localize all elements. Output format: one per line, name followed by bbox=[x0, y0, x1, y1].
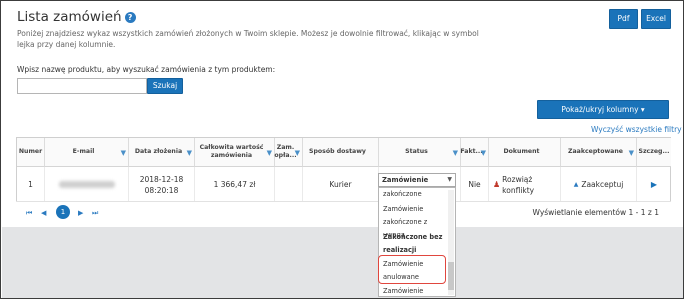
pager-info: Wyświetlanie elementów 1 - 1 z 1 bbox=[532, 208, 659, 217]
accept-icon: ▲ bbox=[573, 181, 579, 188]
next-page-icon[interactable]: ▶ bbox=[78, 209, 83, 217]
dropdown-item[interactable]: Zamówienie zwrócone bbox=[383, 285, 447, 296]
chevron-down-icon[interactable]: ▼ bbox=[447, 174, 452, 186]
scrollbar-thumb[interactable] bbox=[448, 262, 454, 290]
page-title: Lista zamówień? bbox=[17, 9, 136, 25]
cell-dokument[interactable]: ♟ Rozwiąż konflikty bbox=[489, 167, 561, 202]
dropdown-item[interactable]: zakończone bbox=[383, 188, 447, 201]
cell-dostawa: Kurier bbox=[303, 167, 379, 202]
accept-link[interactable]: Zaakceptuj bbox=[581, 179, 623, 190]
cell-zaakceptowane[interactable]: ▲ Zaakceptuj bbox=[561, 167, 637, 202]
toggle-columns-button[interactable]: Pokaż/ukryj kolumny ▾ bbox=[537, 100, 669, 119]
product-search-input[interactable] bbox=[17, 78, 147, 94]
dropdown-item[interactable]: Zamówienie bbox=[383, 203, 447, 216]
clear-filters-link[interactable]: Wyczyść wszystkie filtry bbox=[591, 125, 682, 134]
status-select-value: Zamówienie bbox=[382, 176, 429, 184]
resolve-conflicts-link[interactable]: Rozwiąż konflikty bbox=[502, 174, 556, 196]
app-window: Lista zamówień? Poniżej znajdziesz wykaz… bbox=[0, 0, 684, 299]
first-page-icon[interactable]: ⏮ bbox=[26, 209, 32, 218]
filter-icon[interactable]: ▼ bbox=[187, 149, 192, 157]
search-label: Wpisz nazwę produktu, aby wyszukać zamów… bbox=[17, 65, 276, 74]
filter-icon[interactable]: ▼ bbox=[121, 149, 126, 157]
cell-wartosc: 1 366,47 zł bbox=[195, 167, 275, 202]
column-header-status[interactable]: Status ▼ bbox=[379, 138, 461, 167]
column-header-szczeg[interactable]: Szczeg... bbox=[637, 138, 671, 167]
cell-data: 2018-12-18 08:20:18 bbox=[129, 167, 195, 202]
column-header-dokument[interactable]: Dokument bbox=[489, 138, 561, 167]
pager: ⏮ ◀ 1 ▶ ⏭ Wyświetlanie elementów 1 - 1 z… bbox=[16, 201, 671, 223]
column-header-email[interactable]: E-mail ▼ bbox=[45, 138, 129, 167]
dropdown-scrollbar[interactable] bbox=[448, 190, 454, 295]
filter-icon[interactable]: ▼ bbox=[481, 149, 486, 157]
cell-szczeg[interactable]: ▶ bbox=[637, 167, 671, 202]
page-background bbox=[2, 227, 683, 298]
page-title-text: Lista zamówień bbox=[17, 9, 122, 25]
page-description: Poniżej znajdziesz wykaz wszystkich zamó… bbox=[17, 29, 479, 49]
cell-numer: 1 bbox=[17, 167, 45, 202]
details-arrow-icon[interactable]: ▶ bbox=[651, 179, 657, 190]
column-header-zam-opla[interactable]: Zam. opła... ▼ bbox=[274, 138, 303, 167]
cell-email bbox=[45, 167, 129, 202]
filter-icon[interactable]: ▼ bbox=[295, 149, 300, 157]
excel-button[interactable]: Excel bbox=[641, 9, 671, 29]
column-header-zaakceptowane[interactable]: Zaakceptowane ▼ bbox=[561, 138, 637, 167]
status-select[interactable]: Zamówienie ▼ bbox=[378, 173, 456, 187]
column-header-fakt[interactable]: Fakt... ▼ bbox=[460, 138, 489, 167]
prev-page-icon[interactable]: ◀ bbox=[41, 209, 46, 217]
dropdown-item[interactable]: Zakończone bez bbox=[383, 231, 447, 244]
column-header-wartosc[interactable]: Całkowita wartość zamówienia ▼ bbox=[195, 138, 275, 167]
search-button[interactable]: Szukaj bbox=[147, 78, 183, 94]
conflict-icon: ♟ bbox=[493, 180, 501, 189]
redacted-email bbox=[58, 181, 115, 188]
help-icon[interactable]: ? bbox=[124, 12, 136, 23]
filter-icon[interactable]: ▼ bbox=[267, 149, 272, 157]
pdf-button[interactable]: Pdf bbox=[609, 9, 638, 29]
filter-icon[interactable]: ▼ bbox=[453, 149, 458, 157]
column-header-data[interactable]: Data złożenia ▼ bbox=[129, 138, 195, 167]
current-page[interactable]: 1 bbox=[56, 205, 70, 219]
column-header-dostawa[interactable]: Sposób dostawy bbox=[303, 138, 379, 167]
filter-icon[interactable]: ▼ bbox=[629, 149, 634, 157]
cell-fakt: Nie bbox=[461, 167, 489, 202]
highlight-box bbox=[378, 255, 446, 284]
last-page-icon[interactable]: ⏭ bbox=[92, 209, 98, 218]
cell-zam-opla bbox=[275, 167, 303, 202]
column-header-numer[interactable]: Numer bbox=[17, 138, 45, 167]
